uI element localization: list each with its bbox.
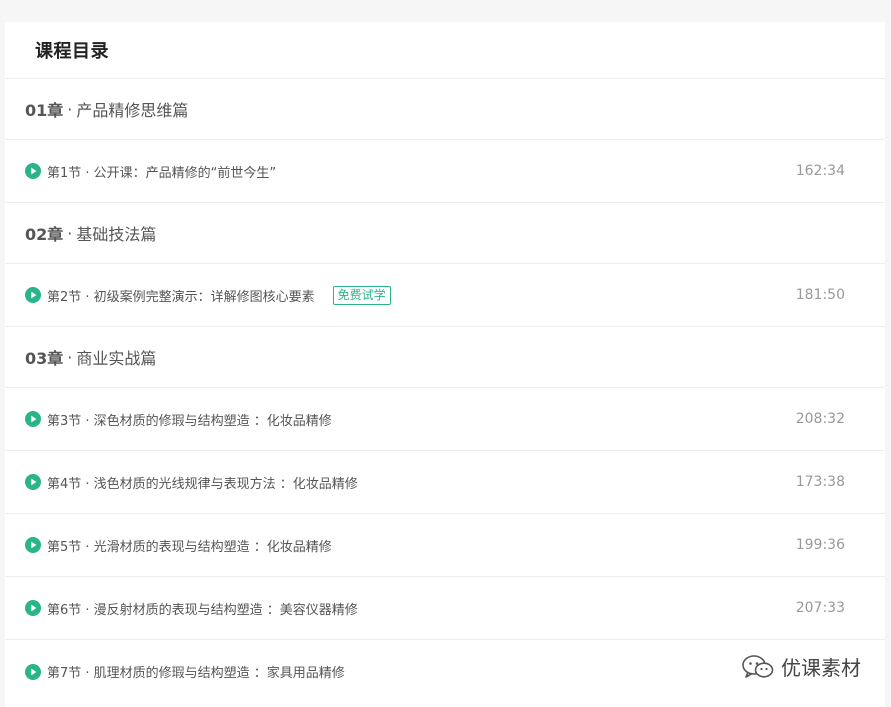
catalog-header: 课程目录 — [5, 22, 885, 79]
chapter-name: 产品精修思维篇 — [76, 101, 189, 120]
chapter-number: 01章 — [25, 101, 64, 120]
lesson-duration: 181:50 — [795, 287, 845, 303]
course-catalog-panel: 课程目录 01章 · 产品精修思维篇 第1节 · 公开课：产品精修的“前世今生”… — [5, 22, 885, 707]
lesson-title[interactable]: 第4节 · 浅色材质的光线规律与表现方法 ：化妆品精修 — [47, 473, 358, 492]
chapter-number: 03章 — [25, 349, 64, 368]
lesson-duration: 173:38 — [795, 474, 845, 490]
catalog-title: 课程目录 — [35, 41, 109, 62]
play-icon[interactable] — [25, 411, 41, 427]
play-icon[interactable] — [25, 537, 41, 553]
lesson-title[interactable]: 第2节 · 初级案例完整演示：详解修图核心要素 — [47, 286, 315, 305]
watermark-text: 优课素材 — [781, 656, 861, 680]
play-icon[interactable] — [25, 474, 41, 490]
lesson-duration: 199:36 — [795, 537, 845, 553]
lesson-title[interactable]: 第3节 · 深色材质的修瑕与结构塑造 ：化妆品精修 — [47, 410, 332, 429]
catalog-list: 01章 · 产品精修思维篇 第1节 · 公开课：产品精修的“前世今生” 162:… — [5, 79, 885, 703]
lesson-title[interactable]: 第7节 · 肌理材质的修瑕与结构塑造 ：家具用品精修 — [47, 662, 345, 681]
chapter-row: 03章 · 商业实战篇 — [5, 327, 885, 388]
lesson-row[interactable]: 第5节 · 光滑材质的表现与结构塑造 ：化妆品精修 199:36 — [5, 514, 885, 577]
lesson-row[interactable]: 第3节 · 深色材质的修瑕与结构塑造 ：化妆品精修 208:32 — [5, 388, 885, 451]
lesson-title[interactable]: 第5节 · 光滑材质的表现与结构塑造 ：化妆品精修 — [47, 536, 332, 555]
lesson-duration: 208:32 — [795, 411, 845, 427]
lesson-row[interactable]: 第2节 · 初级案例完整演示：详解修图核心要素 免费试学 181:50 — [5, 264, 885, 327]
lesson-title[interactable]: 第1节 · 公开课：产品精修的“前世今生” — [47, 162, 276, 181]
chapter-separator: · — [67, 99, 73, 119]
chapter-number: 02章 — [25, 225, 64, 244]
chapter-row: 01章 · 产品精修思维篇 — [5, 79, 885, 140]
lesson-title[interactable]: 第6节 · 漫反射材质的表现与结构塑造 ：美容仪器精修 — [47, 599, 358, 618]
chapter-name: 基础技法篇 — [76, 225, 157, 244]
lesson-row[interactable]: 第6节 · 漫反射材质的表现与结构塑造 ：美容仪器精修 207:33 — [5, 577, 885, 640]
lesson-duration: 207:33 — [795, 600, 845, 616]
wechat-icon — [742, 654, 774, 678]
chapter-name: 商业实战篇 — [76, 349, 157, 368]
play-icon[interactable] — [25, 663, 41, 680]
free-trial-badge[interactable]: 免费试学 — [332, 285, 391, 305]
lesson-row[interactable]: 第1节 · 公开课：产品精修的“前世今生” 162:34 — [5, 140, 885, 203]
page: 课程目录 01章 · 产品精修思维篇 第1节 · 公开课：产品精修的“前世今生”… — [0, 0, 891, 707]
play-icon[interactable] — [25, 600, 41, 616]
play-icon[interactable] — [25, 163, 41, 179]
lesson-row[interactable]: 第4节 · 浅色材质的光线规律与表现方法 ：化妆品精修 173:38 — [5, 451, 885, 514]
chapter-separator: · — [67, 223, 73, 243]
chapter-separator: · — [67, 347, 73, 367]
lesson-duration: 162:34 — [795, 163, 845, 179]
play-icon[interactable] — [25, 287, 41, 303]
watermark: 优课素材 — [741, 652, 861, 681]
chapter-row: 02章 · 基础技法篇 — [5, 203, 885, 264]
